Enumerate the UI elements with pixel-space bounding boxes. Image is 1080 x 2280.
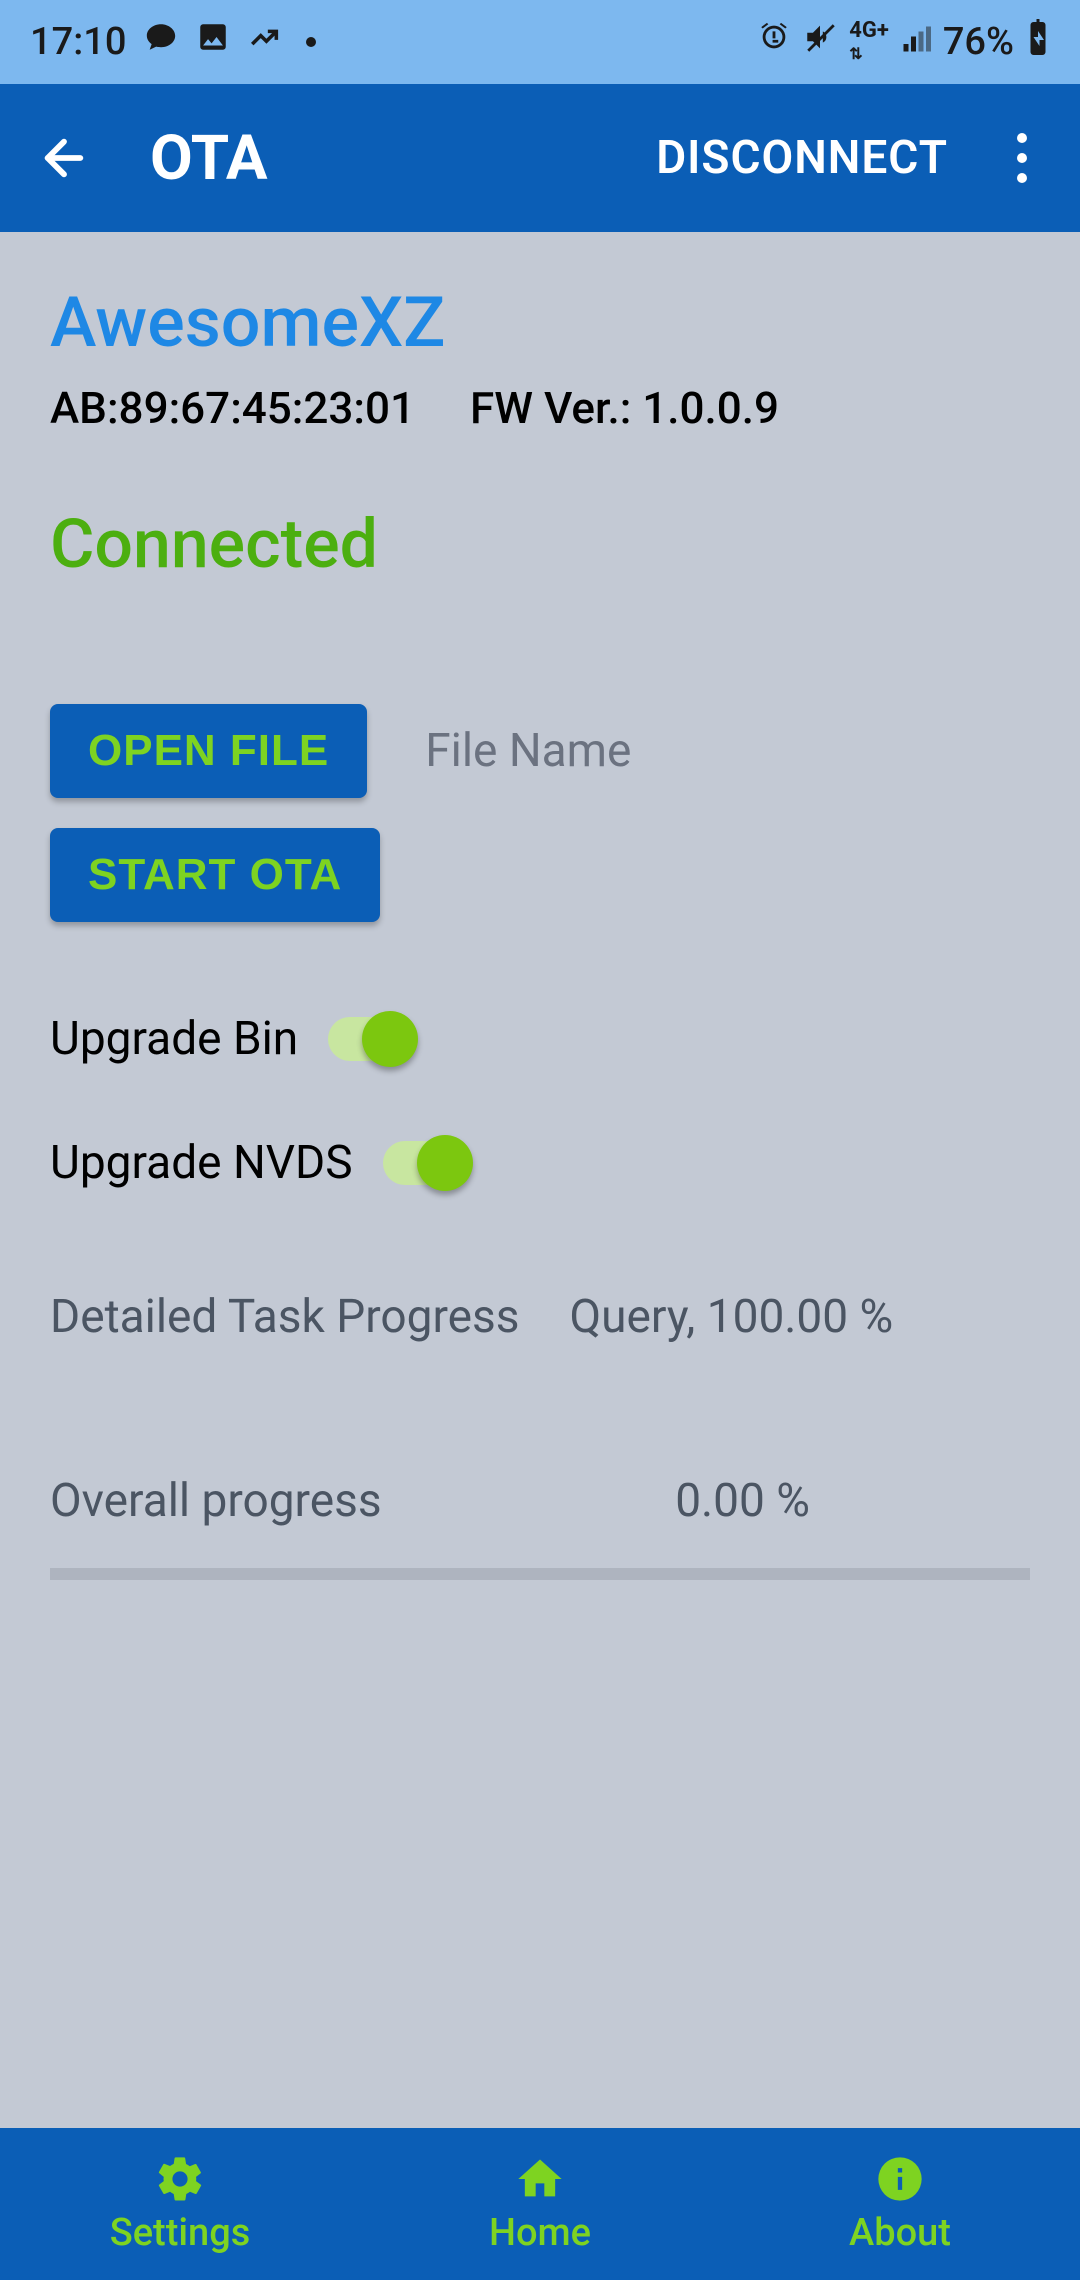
battery-charging-icon — [1026, 19, 1050, 65]
upgrade-nvds-label: Upgrade NVDS — [50, 1136, 353, 1190]
status-time: 17:10 — [30, 20, 126, 64]
status-right: 4G+⇅ 76% — [757, 19, 1050, 65]
device-info-row: AB:89:67:45:23:01 FW Ver.: 1.0.0.9 — [50, 382, 1030, 434]
overflow-menu-button[interactable] — [992, 133, 1052, 183]
overall-progress-label: Overall progress — [50, 1474, 382, 1528]
image-icon — [196, 20, 230, 64]
status-left: 17:10 — [30, 20, 316, 64]
battery-percent: 76% — [943, 20, 1014, 64]
device-name: AwesomeXZ — [50, 282, 1030, 364]
overall-progress-row: Overall progress 0.00 % — [50, 1474, 1030, 1528]
connection-status: Connected — [50, 504, 1030, 584]
start-ota-button[interactable]: START OTA — [50, 828, 380, 922]
device-mac: AB:89:67:45:23:01 — [50, 382, 415, 434]
detailed-progress-label: Detailed Task Progress — [50, 1290, 520, 1344]
overall-progress-value: 0.00 % — [675, 1474, 810, 1528]
upgrade-bin-toggle[interactable] — [328, 1017, 412, 1061]
mute-icon — [803, 20, 837, 64]
device-fw-version: FW Ver.: 1.0.0.9 — [470, 382, 779, 434]
status-bar: 17:10 4G+⇅ 76% — [0, 0, 1080, 84]
upgrade-nvds-toggle[interactable] — [383, 1141, 467, 1185]
file-row: OPEN FILE File Name — [50, 704, 1030, 798]
nav-settings-label: Settings — [110, 2211, 251, 2255]
app-title: OTA — [150, 122, 268, 195]
gear-icon — [154, 2153, 206, 2205]
app-bar: OTA DISCONNECT — [0, 84, 1080, 232]
nav-home-label: Home — [489, 2211, 591, 2255]
upgrade-bin-label: Upgrade Bin — [50, 1012, 298, 1066]
signal-icon — [901, 20, 931, 64]
nav-about[interactable]: About — [720, 2128, 1080, 2280]
file-name-label: File Name — [425, 724, 631, 778]
network-4g-icon: 4G+⇅ — [849, 20, 889, 64]
upgrade-bin-row: Upgrade Bin — [50, 1012, 1030, 1066]
bottom-nav: Settings Home About — [0, 2128, 1080, 2280]
disconnect-button[interactable]: DISCONNECT — [632, 111, 972, 205]
main-content: AwesomeXZ AB:89:67:45:23:01 FW Ver.: 1.0… — [0, 232, 1080, 2128]
detailed-progress-row: Detailed Task Progress Query, 100.00 % — [50, 1290, 1030, 1344]
nav-settings[interactable]: Settings — [0, 2128, 360, 2280]
detailed-progress-value: Query, 100.00 % — [570, 1290, 894, 1344]
info-icon — [874, 2153, 926, 2205]
trending-icon — [248, 20, 282, 64]
open-file-button[interactable]: OPEN FILE — [50, 704, 367, 798]
home-icon — [514, 2153, 566, 2205]
upgrade-nvds-row: Upgrade NVDS — [50, 1136, 1030, 1190]
nav-home[interactable]: Home — [360, 2128, 720, 2280]
alarm-icon — [757, 20, 791, 64]
overall-progress-bar — [50, 1568, 1030, 1580]
nav-about-label: About — [849, 2211, 951, 2255]
dot-icon — [306, 37, 316, 47]
chat-icon — [144, 20, 178, 64]
back-button[interactable] — [28, 122, 100, 194]
